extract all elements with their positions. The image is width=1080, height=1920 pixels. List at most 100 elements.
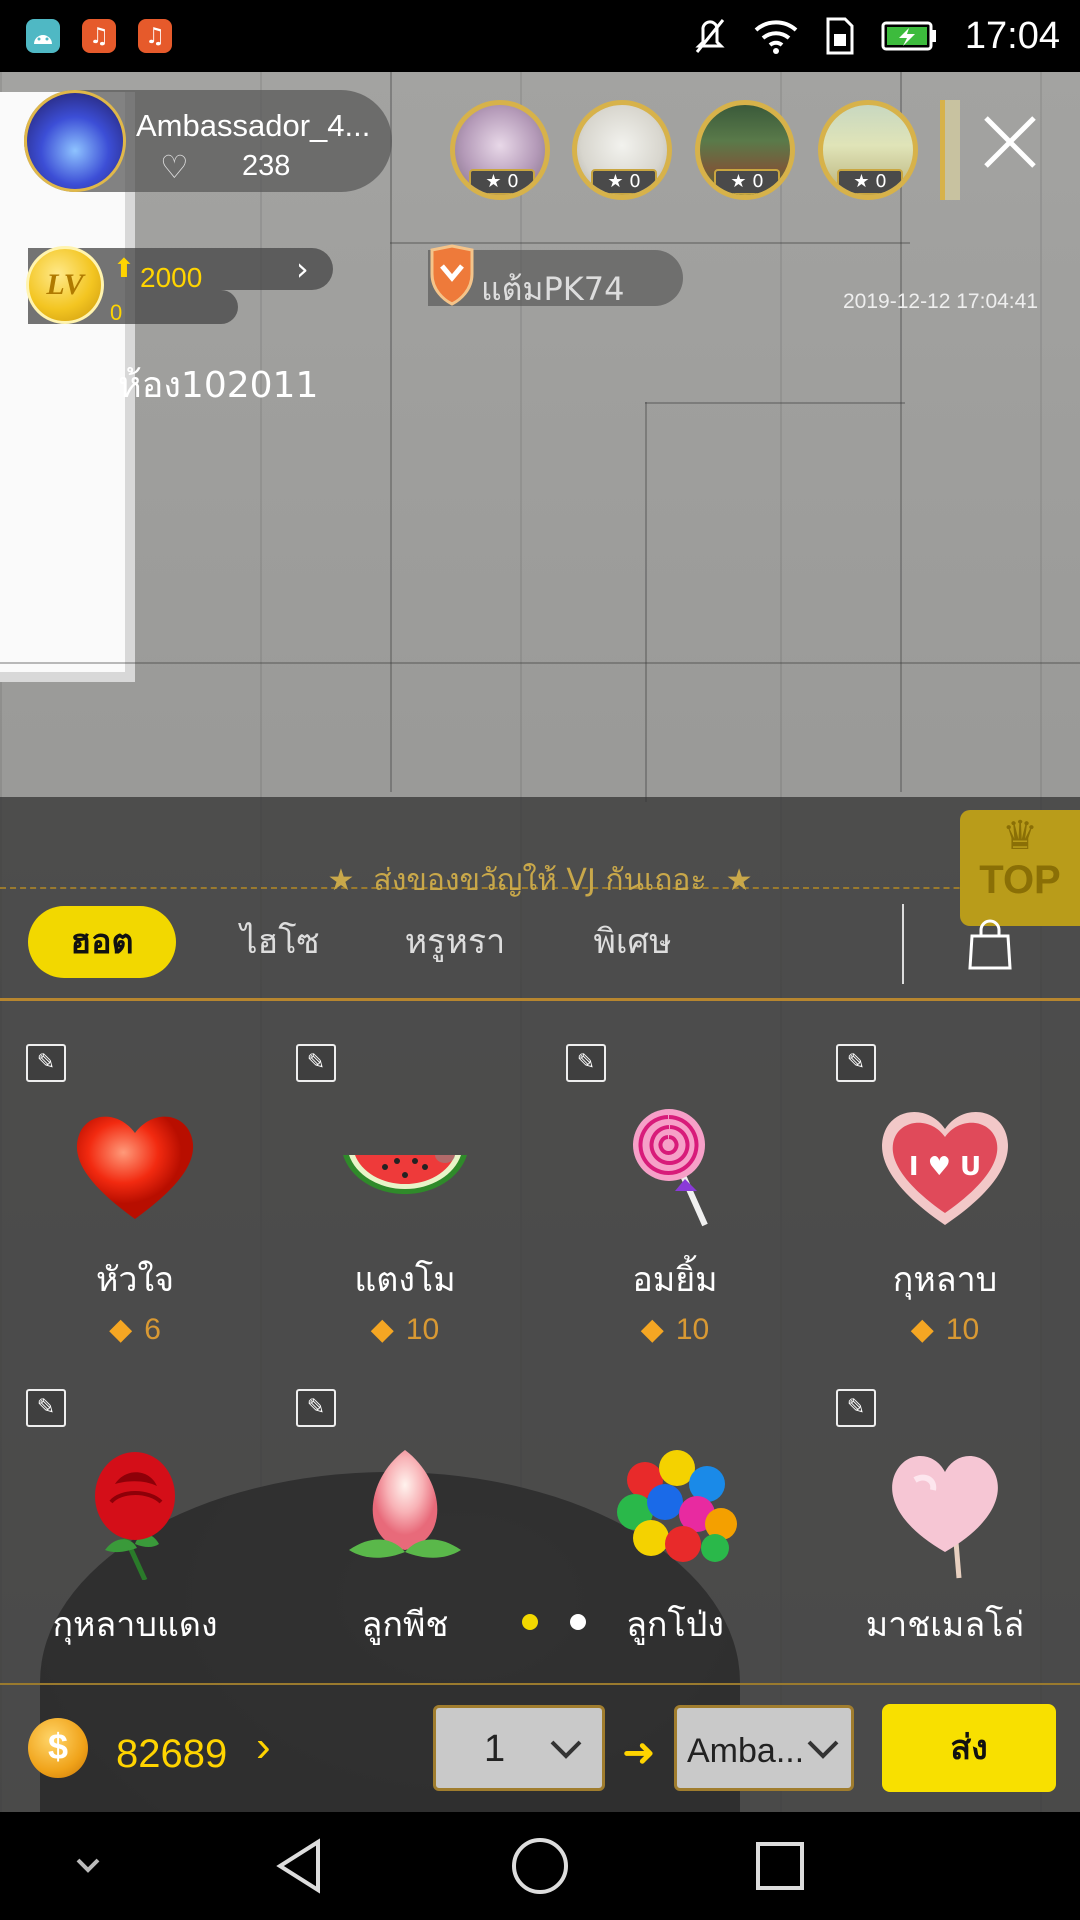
balloons-icon xyxy=(617,1450,737,1562)
red-rose-icon xyxy=(95,1452,175,1580)
viewer-avatar[interactable]: ★ 0 xyxy=(572,100,672,200)
quantity-select[interactable]: 1 xyxy=(433,1705,605,1791)
effect-icon: ✎ xyxy=(296,1389,336,1427)
level-badge: LV xyxy=(26,246,104,324)
arrow-right-icon: ➜ xyxy=(622,1730,656,1776)
chevron-down-icon[interactable] xyxy=(56,1834,120,1898)
music-app-icon: ♫ xyxy=(138,19,172,53)
coin-balance[interactable]: 82689 xyxy=(116,1732,227,1777)
gift-tabs: ฮอต ไฮโซ หรูหรา พิเศษ xyxy=(0,906,1080,1002)
lollipop-icon xyxy=(633,1109,708,1227)
gift-name: มาชเมลโล่ xyxy=(865,1605,1025,1645)
gift-item[interactable]: ✎ แตงโม ◆ 10 xyxy=(270,1040,540,1385)
gift-item[interactable]: ✎ มาชเมลโล่ xyxy=(810,1385,1080,1730)
star-icon: ★ xyxy=(725,863,753,898)
heart-icon xyxy=(76,1116,194,1219)
peach-icon xyxy=(349,1450,461,1558)
gift-name: อมยิ้ม xyxy=(632,1260,718,1300)
home-icon[interactable] xyxy=(508,1834,572,1898)
back-icon[interactable] xyxy=(268,1834,332,1898)
chevron-down-icon xyxy=(550,1740,582,1759)
star-icon: ★ xyxy=(327,863,355,898)
gift-name: แตงโม xyxy=(354,1260,456,1300)
diamond-icon: ◆ xyxy=(109,1313,133,1346)
diamond-icon: ◆ xyxy=(370,1313,394,1346)
gift-price: ◆ 10 xyxy=(640,1313,710,1346)
stream-timestamp: 2019-12-12 17:04:41 xyxy=(843,290,1038,313)
room-id: ห้อง102011 xyxy=(118,365,319,406)
gift-panel-header: ★ ส่งของขวัญให้ VJ กันเถอะ ★ xyxy=(0,797,1080,898)
viewer-avatar[interactable]: ★ 0 xyxy=(450,100,550,200)
shield-icon xyxy=(430,244,474,306)
effect-icon: ✎ xyxy=(26,1044,66,1082)
android-icon xyxy=(26,19,60,53)
level-current: 0 xyxy=(110,300,123,325)
tab-special[interactable]: พิเศษ xyxy=(570,906,695,978)
gift-price: ◆ 10 xyxy=(370,1313,440,1346)
gift-item[interactable]: ✎ I ♥ U กุหลาบ ◆ 10 xyxy=(810,1040,1080,1385)
quantity-value: 1 xyxy=(484,1728,506,1770)
tab-hot[interactable]: ฮอต xyxy=(28,906,176,978)
viewer-avatar[interactable] xyxy=(940,100,960,200)
gift-item[interactable]: ลูกโป่ง xyxy=(540,1385,810,1730)
page-indicator-dot-active xyxy=(522,1614,538,1630)
status-bar: ♫ ♫ 17:04 xyxy=(0,0,1080,72)
music-app-icon: ♫ xyxy=(82,19,116,53)
crown-icon: ♛ xyxy=(1002,813,1038,859)
send-gift-button[interactable]: ส่ง xyxy=(882,1704,1056,1792)
heart-icon: ♡ xyxy=(160,148,189,186)
rose-heart-box-icon: I ♥ U xyxy=(882,1111,1008,1225)
gift-price: ◆ 6 xyxy=(109,1313,161,1346)
watermelon-icon xyxy=(343,1155,467,1195)
gift-grid: ✎ หัวใจ ◆6 ✎ แตงโม ◆10 ✎ อมยิ้ม ◆10 ✎ xyxy=(0,1040,1080,1680)
shopping-bag-icon[interactable] xyxy=(966,918,1014,972)
level-next-exp: 2000 xyxy=(140,262,203,293)
host-name: Ambassador_4... xyxy=(136,108,371,143)
clock: 17:04 xyxy=(964,14,1060,57)
host-likes: 238 xyxy=(242,150,291,182)
gift-name: กุหลาบ xyxy=(892,1260,998,1300)
viewer-score-badge: ★ 0 xyxy=(714,169,780,195)
effect-icon: ✎ xyxy=(836,1044,876,1082)
cotton-candy-icon xyxy=(892,1455,998,1579)
viewer-avatar[interactable]: ★ 0 xyxy=(695,100,795,200)
page-indicator-dot xyxy=(570,1614,586,1630)
recipient-value: Amba... xyxy=(687,1732,805,1770)
pk-label: แต้มPK74 xyxy=(481,270,625,308)
gift-item[interactable]: ✎ หัวใจ ◆ 6 xyxy=(0,1040,270,1385)
close-icon[interactable] xyxy=(980,112,1040,172)
effect-icon: ✎ xyxy=(296,1044,336,1082)
viewer-score-badge: ★ 0 xyxy=(591,169,657,195)
chevron-right-icon[interactable]: › xyxy=(296,250,309,288)
sim-icon xyxy=(826,17,854,55)
svg-text:I ♥ U: I ♥ U xyxy=(909,1152,981,1182)
effect-icon: ✎ xyxy=(26,1389,66,1427)
tab-luxury[interactable]: หรูหรา xyxy=(390,906,520,978)
recipient-select[interactable]: Amba... xyxy=(674,1705,854,1791)
navigation-bar xyxy=(0,1812,1080,1920)
gift-item[interactable]: ✎ อมยิ้ม ◆ 10 xyxy=(540,1040,810,1385)
wifi-icon xyxy=(754,20,798,54)
gift-name: หัวใจ xyxy=(95,1260,175,1300)
diamond-icon: ◆ xyxy=(640,1313,664,1346)
effect-icon: ✎ xyxy=(566,1044,606,1082)
host-avatar[interactable] xyxy=(24,90,126,192)
chevron-down-icon xyxy=(801,1726,845,1770)
arrow-up-icon: ⬆ xyxy=(113,254,135,284)
coin-icon: $ xyxy=(28,1718,88,1778)
diamond-icon: ◆ xyxy=(910,1313,934,1346)
gift-name: กุหลาบแดง xyxy=(52,1605,218,1645)
gift-name: ลูกพีช xyxy=(361,1605,449,1645)
mute-icon xyxy=(695,19,725,53)
tab-hiso[interactable]: ไฮโซ xyxy=(220,906,340,978)
chevron-right-icon[interactable]: › xyxy=(256,1722,271,1772)
gift-item[interactable]: ✎ กุหลาบแดง xyxy=(0,1385,270,1730)
host-info[interactable]: Ambassador_4... ♡ 238 xyxy=(24,90,392,192)
viewer-score-badge: ★ 0 xyxy=(837,169,903,195)
battery-charging-icon xyxy=(881,21,936,51)
gift-item[interactable]: ✎ ลูกพีช xyxy=(270,1385,540,1730)
viewer-avatar[interactable]: ★ 0 xyxy=(818,100,918,200)
gift-price: ◆ 10 xyxy=(910,1313,980,1346)
effect-icon: ✎ xyxy=(836,1389,876,1427)
recents-icon[interactable] xyxy=(748,1834,812,1898)
